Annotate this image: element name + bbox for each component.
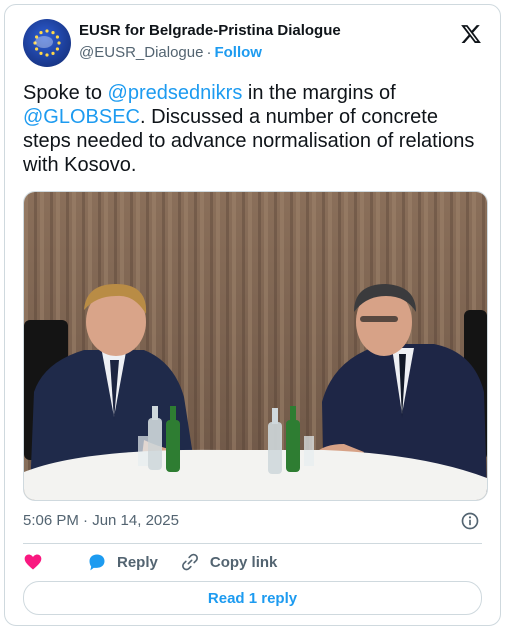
x-logo-icon[interactable] bbox=[460, 23, 482, 45]
tweet-card: EUSR for Belgrade-Pristina Dialogue @EUS… bbox=[4, 4, 501, 626]
mention-predsednikrs[interactable]: @predsednikrs bbox=[108, 82, 243, 104]
link-icon bbox=[181, 553, 198, 571]
separator-dot: · bbox=[206, 44, 212, 61]
speech-bubble-icon bbox=[89, 554, 105, 571]
reply-label: Reply bbox=[117, 553, 158, 571]
heart-icon bbox=[24, 554, 42, 570]
author-name[interactable]: EUSR for Belgrade-Pristina Dialogue bbox=[79, 21, 341, 41]
author-handle[interactable]: @EUSR_Dialogue bbox=[79, 44, 203, 61]
divider bbox=[23, 543, 482, 544]
eu-stars-icon bbox=[33, 29, 61, 57]
author-handle-row: @EUSR_Dialogue · Follow bbox=[79, 43, 262, 63]
avatar[interactable] bbox=[23, 19, 71, 67]
like-button[interactable] bbox=[23, 552, 53, 572]
info-icon[interactable] bbox=[460, 511, 480, 531]
tweet-text-part: in the margins of bbox=[242, 82, 396, 104]
tweet-timestamp[interactable]: 5:06 PM · Jun 14, 2025 bbox=[23, 511, 179, 531]
tweet-text-part: Spoke to bbox=[23, 82, 108, 104]
copy-link-button[interactable]: Copy link bbox=[180, 552, 278, 572]
copy-link-label: Copy link bbox=[209, 553, 278, 571]
tweet-photo[interactable] bbox=[23, 191, 488, 501]
read-replies-button[interactable]: Read 1 reply bbox=[23, 581, 482, 615]
reply-button[interactable]: Reply bbox=[87, 552, 158, 572]
tweet-text: Spoke to @predsednikrs in the margins of… bbox=[23, 81, 485, 177]
mention-globsec[interactable]: @GLOBSEC bbox=[23, 106, 140, 128]
follow-button[interactable]: Follow bbox=[214, 44, 262, 61]
action-bar: Reply Copy link bbox=[23, 551, 299, 573]
